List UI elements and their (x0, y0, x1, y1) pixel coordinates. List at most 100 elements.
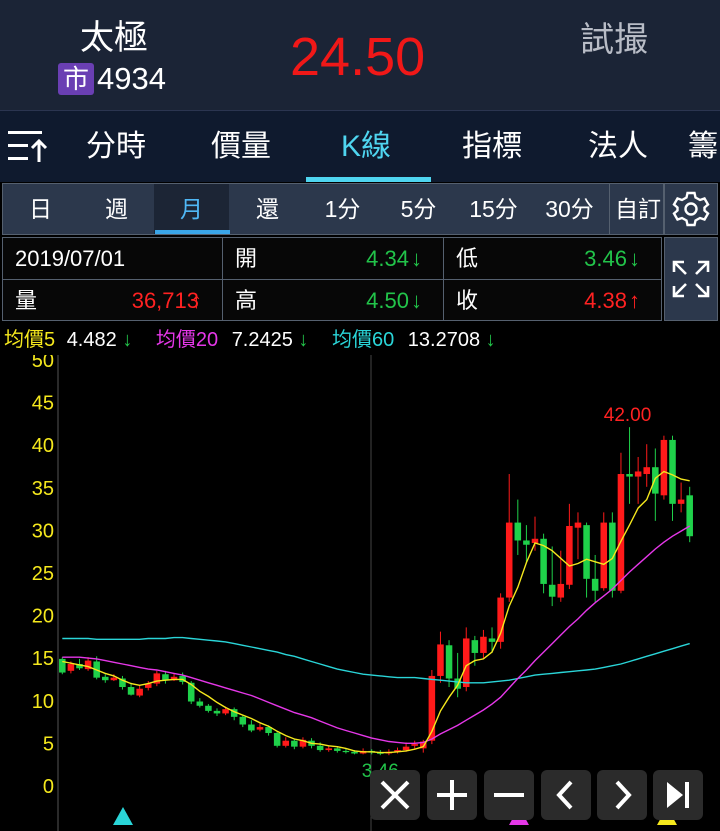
tab-minute[interactable]: 分時 (58, 111, 174, 183)
y-tick-label: 45 (32, 393, 54, 415)
candle-body (583, 525, 590, 579)
candle-body (626, 474, 633, 477)
candle-body (59, 658, 66, 673)
ma20-label: 均價20 (155, 329, 219, 351)
candle-body (497, 597, 504, 642)
candle-body (574, 522, 582, 528)
candle-body (617, 474, 625, 591)
zoom-out-button[interactable] (484, 770, 534, 820)
close-arrow: ↑ (629, 288, 640, 313)
plus-icon (437, 780, 467, 810)
candle-body (325, 748, 332, 751)
candle-body (557, 583, 565, 598)
chevron-right-icon (615, 780, 632, 810)
candle-body (660, 439, 668, 496)
y-tick-label: 50 (32, 355, 54, 372)
candle-body (205, 705, 212, 711)
ma5-arrow: ↓ (122, 329, 133, 351)
ma60-arrow: ↓ (485, 329, 496, 351)
candle-body (256, 727, 264, 730)
open-value: 4.34 (366, 246, 409, 271)
candle-body (686, 495, 693, 537)
candle-body (291, 740, 298, 747)
candle-body (411, 744, 418, 746)
period-restore[interactable]: 還 (230, 184, 305, 234)
candle-body (316, 745, 324, 751)
period-30min[interactable]: 30分 (532, 184, 607, 234)
close-chart-button[interactable] (370, 770, 420, 820)
settings-button[interactable] (664, 183, 718, 235)
tab-price-volume[interactable]: 價量 (183, 111, 299, 183)
candle-body (600, 522, 608, 589)
y-tick-label: 5 (43, 733, 54, 755)
stock-name: 太極 (80, 19, 148, 57)
y-tick-label: 40 (32, 435, 54, 457)
candle-body (351, 751, 358, 754)
period-1min[interactable]: 1分 (305, 184, 380, 234)
candle-body (488, 638, 496, 642)
chart-tabs: 分時 價量 K線 指標 法人 籌 (0, 110, 720, 182)
y-tick-label: 35 (32, 478, 54, 500)
period-custom[interactable]: 自訂 (611, 184, 665, 234)
scroll-left-button[interactable] (541, 770, 591, 820)
candle-body (248, 724, 255, 731)
event-marker (113, 807, 133, 825)
tab-indicator[interactable]: 指標 (434, 111, 550, 183)
candle-body (566, 525, 573, 585)
high-value: 4.50 (366, 288, 409, 313)
candle-body (471, 640, 479, 653)
ma60-value: 13.2708 (407, 329, 481, 351)
candle-body (445, 645, 453, 679)
ohlc-info-panel: 2019/07/01 量 36,713 ↑ 開 4.34 ↓ 高 4.50 ↓ … (2, 237, 662, 321)
close-value: 4.38 (584, 288, 627, 313)
menu-icon[interactable] (6, 127, 48, 167)
close-label: 收 (456, 288, 479, 313)
close-icon (380, 780, 410, 810)
candle-body (480, 636, 487, 653)
trial-match-button[interactable]: 試撮 (580, 12, 648, 61)
ma60-label: 均價60 (331, 329, 395, 351)
active-period-indicator (155, 230, 230, 234)
period-week[interactable]: 週 (79, 184, 154, 234)
jump-to-latest-button[interactable] (653, 770, 703, 820)
period-day[interactable]: 日 (3, 184, 78, 234)
open-arrow: ↓ (411, 246, 422, 271)
stock-price: 24.50 (290, 27, 426, 87)
candle-body (643, 467, 650, 475)
high-price-label: 42.00 (604, 405, 652, 426)
candle-body (548, 584, 556, 597)
candle-body (652, 467, 659, 494)
ma20-arrow: ↓ (298, 329, 309, 351)
volume-label: 量 (15, 288, 38, 313)
candle-body (514, 522, 522, 541)
fullscreen-button[interactable] (664, 237, 718, 321)
candle-body (342, 750, 350, 753)
period-5min[interactable]: 5分 (381, 184, 456, 234)
moving-average-legend: 均價5 4.482 ↓ 均價20 7.2425 ↓ 均價60 13.2708 ↓ (0, 325, 496, 355)
scroll-right-button[interactable] (597, 770, 647, 820)
period-month[interactable]: 月 (154, 184, 229, 234)
candle-body (110, 677, 118, 681)
expand-icon (672, 260, 710, 298)
y-tick-label: 15 (32, 648, 54, 670)
period-15min[interactable]: 15分 (456, 184, 531, 234)
tab-kline[interactable]: K線 (308, 111, 424, 183)
candle-body (282, 740, 290, 746)
tab-institutional[interactable]: 法人 (560, 111, 676, 183)
tab-more[interactable]: 籌 (688, 111, 720, 183)
y-tick-label: 25 (32, 563, 54, 585)
candle-body (67, 664, 75, 671)
candle-body (523, 540, 530, 545)
low-arrow: ↓ (629, 246, 640, 271)
candle-body (136, 688, 143, 696)
y-tick-label: 0 (43, 776, 54, 798)
kline-chart[interactable]: 5045403530252015105042.003.46 (0, 355, 720, 831)
low-label: 低 (456, 246, 479, 271)
candle-body (273, 733, 281, 746)
candle-body (462, 638, 470, 688)
market-badge: 市 (58, 63, 94, 95)
zoom-in-button[interactable] (427, 770, 477, 820)
high-arrow: ↓ (411, 288, 422, 313)
minus-icon (494, 793, 524, 797)
high-label: 高 (235, 288, 258, 313)
